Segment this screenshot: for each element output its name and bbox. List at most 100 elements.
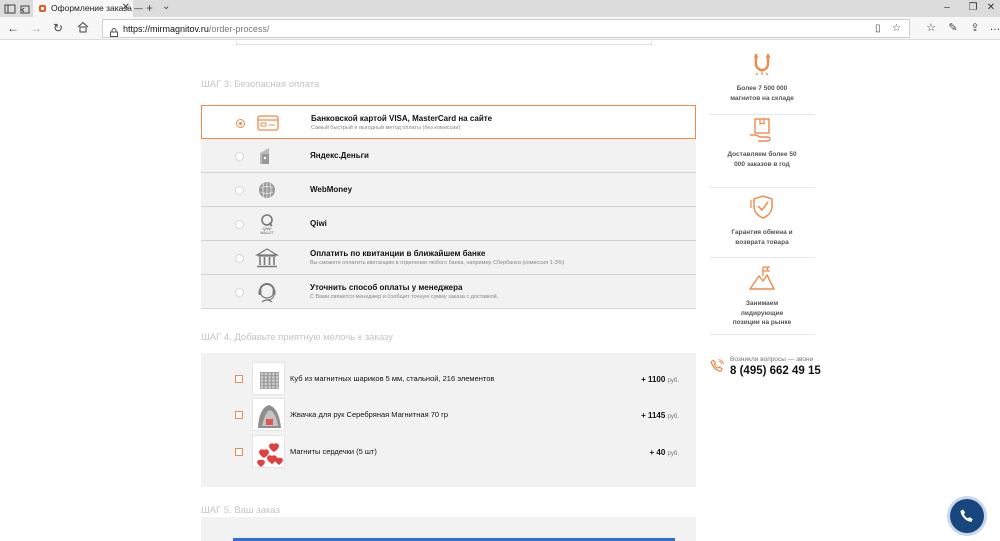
step5-title: ШАГ 5. Ваш заказ	[201, 505, 280, 516]
webmoney-icon	[255, 179, 279, 201]
payment-option-desc: Самый быстрый и выгодный метод оплаты (б…	[311, 125, 461, 131]
restore-icon[interactable]: ❐	[966, 2, 980, 13]
lock-icon	[110, 24, 118, 37]
extra-item-row: Магниты сердечки (5 шт) + 40 руб.	[201, 435, 696, 469]
refresh-icon[interactable]: ↻	[51, 21, 65, 35]
payment-radio[interactable]	[235, 220, 244, 229]
browser-tab-bar: Оформление заказа — ✕ + ⌄ – ❐ ✕	[0, 0, 1000, 17]
payment-option-name: Qiwi	[310, 219, 327, 228]
bank-icon	[254, 247, 280, 269]
extra-item-currency: руб.	[667, 378, 679, 384]
site-favicon-icon	[39, 5, 46, 12]
tab-close-icon[interactable]: ✕	[122, 2, 130, 13]
extra-item-checkbox[interactable]	[235, 411, 243, 419]
payment-option-name: Оплатить по квитанции в ближайшем банке	[310, 249, 486, 258]
forward-arrow-icon[interactable]: →	[29, 21, 43, 35]
payment-options-list: Банковской картой VISA, MasterCard на са…	[201, 105, 696, 309]
call-phone-icon	[960, 509, 973, 522]
extra-item-row: Куб из магнитных шариков 5 мм, стальной,…	[201, 362, 696, 396]
window-close-icon[interactable]: ✕	[984, 2, 998, 13]
more-menu-icon[interactable]: …	[988, 21, 1000, 33]
extra-item-currency: руб.	[667, 414, 679, 420]
mountain-flag-icon	[747, 263, 777, 293]
payment-option[interactable]: Уточнить способ оплаты у менеджера С Вами…	[201, 275, 696, 309]
step3-title: ШАГ 3. Безопасная оплата	[201, 79, 320, 90]
back-tabs-icon[interactable]	[19, 2, 31, 14]
benefit-text: Занимаем лидирующие позиции на рынке	[732, 300, 792, 326]
svg-text:WALLET: WALLET	[260, 231, 273, 235]
favorite-star-icon[interactable]: ☆	[892, 23, 901, 34]
extra-item-checkbox[interactable]	[235, 375, 243, 383]
order-summary-box	[201, 517, 696, 541]
benefit-text: Доставляем более 50 000 заказов в год	[727, 151, 797, 168]
extra-item-name: Жвачка для рук Серебряная Магнитная 70 г…	[290, 410, 449, 419]
extra-item-image	[252, 398, 285, 431]
payment-option[interactable]: QIWI WALLET Qiwi	[201, 207, 696, 241]
payment-option[interactable]: WebMoney	[201, 173, 696, 207]
extra-item-checkbox[interactable]	[235, 448, 243, 456]
phone-number[interactable]: 8 (495) 662 49 15	[730, 365, 821, 377]
extra-item-image	[252, 362, 285, 395]
extras-list: Куб из магнитных шариков 5 мм, стальной,…	[201, 353, 696, 487]
extra-item-price-value: + 1100	[641, 375, 666, 384]
yandex-money-icon	[255, 145, 279, 167]
page-content: ШАГ 3. Безопасная оплата Банковской карт…	[0, 41, 1000, 541]
step4-title: ШАГ 4. Добавьте приятную мелочь к заказу	[201, 332, 393, 343]
payment-option-desc: С Вами свяжется менеджер и сообщит точну…	[310, 294, 499, 300]
back-arrow-icon[interactable]: ←	[6, 21, 20, 35]
extra-item-name: Куб из магнитных шариков 5 мм, стальной,…	[290, 374, 495, 383]
extra-item-price: + 1100 руб.	[641, 375, 679, 384]
benefit-divider	[709, 334, 815, 335]
extra-item-currency: руб.	[667, 451, 679, 457]
shield-check-icon	[747, 192, 777, 222]
manager-headset-icon	[255, 281, 279, 303]
qiwi-icon: QIWI WALLET	[255, 213, 279, 235]
payment-radio[interactable]	[235, 152, 244, 161]
pen-icon[interactable]: ✎	[946, 21, 960, 34]
url-text: https://mirmagnitov.ru/order-process/	[123, 24, 269, 34]
payment-radio[interactable]	[236, 119, 245, 128]
benefit-text: Гарантия обмена и возврата товара	[731, 229, 793, 246]
extra-item-name: Магниты сердечки (5 шт)	[290, 447, 377, 456]
home-icon[interactable]	[76, 21, 90, 35]
tab-actions-icon[interactable]	[4, 2, 16, 14]
browser-nav-bar: ← → ↻ https://mirmagnitov.ru/order-proce…	[0, 17, 1000, 40]
browser-tab-active[interactable]: Оформление заказа — ✕	[33, 0, 143, 17]
payment-option-name: Банковской картой VISA, MasterCard на са…	[311, 114, 493, 123]
favorites-icon[interactable]: ☆	[924, 21, 938, 34]
credit-card-icon	[256, 112, 280, 134]
phone-caption: Возникли вопросы — звони	[730, 356, 814, 363]
minimize-icon[interactable]: –	[940, 2, 954, 13]
payment-option-name: Яндекс.Деньги	[310, 151, 369, 160]
url-path: /order-process/	[208, 24, 270, 34]
payment-radio[interactable]	[235, 186, 244, 195]
payment-radio[interactable]	[235, 254, 244, 263]
address-bar[interactable]: https://mirmagnitov.ru/order-process/ ▯ …	[102, 19, 910, 38]
url-host: https://mirmagnitov.ru	[123, 24, 209, 34]
extra-item-price-value: + 1145	[641, 411, 666, 420]
extra-item-price-value: + 40	[649, 448, 666, 457]
benefit-divider	[709, 187, 815, 188]
payment-option-name: WebMoney	[310, 185, 353, 194]
new-tab-icon[interactable]: +	[146, 1, 153, 15]
reading-view-icon[interactable]: ▯	[875, 23, 881, 34]
payment-option[interactable]: Банковской картой VISA, MasterCard на са…	[201, 105, 696, 139]
benefit-divider	[709, 257, 815, 258]
share-icon[interactable]: ⇪	[968, 21, 982, 34]
payment-option-name: Уточнить способ оплаты у менеджера	[310, 283, 463, 292]
callback-button[interactable]	[950, 499, 984, 533]
magnet-icon	[747, 48, 777, 78]
benefit-text: Более 7 500 000 магнитов на складе	[730, 85, 794, 102]
extra-item-row: Жвачка для рук Серебряная Магнитная 70 г…	[201, 398, 696, 432]
payment-option[interactable]: Яндекс.Деньги	[201, 139, 696, 173]
payment-option[interactable]: Оплатить по квитанции в ближайшем банке В…	[201, 241, 696, 275]
extra-item-price: + 40 руб.	[650, 448, 679, 457]
payment-radio[interactable]	[235, 288, 244, 297]
extra-item-image	[252, 435, 285, 468]
delivery-box-icon	[747, 114, 777, 144]
phone-icon	[710, 359, 724, 372]
payment-option-desc: Вы сможете оплатить квитанцию в отделени…	[310, 260, 565, 266]
tab-list-chevron-icon[interactable]: ⌄	[162, 1, 170, 12]
extra-item-price: + 1145 руб.	[641, 411, 679, 420]
previous-step-box	[236, 41, 652, 45]
